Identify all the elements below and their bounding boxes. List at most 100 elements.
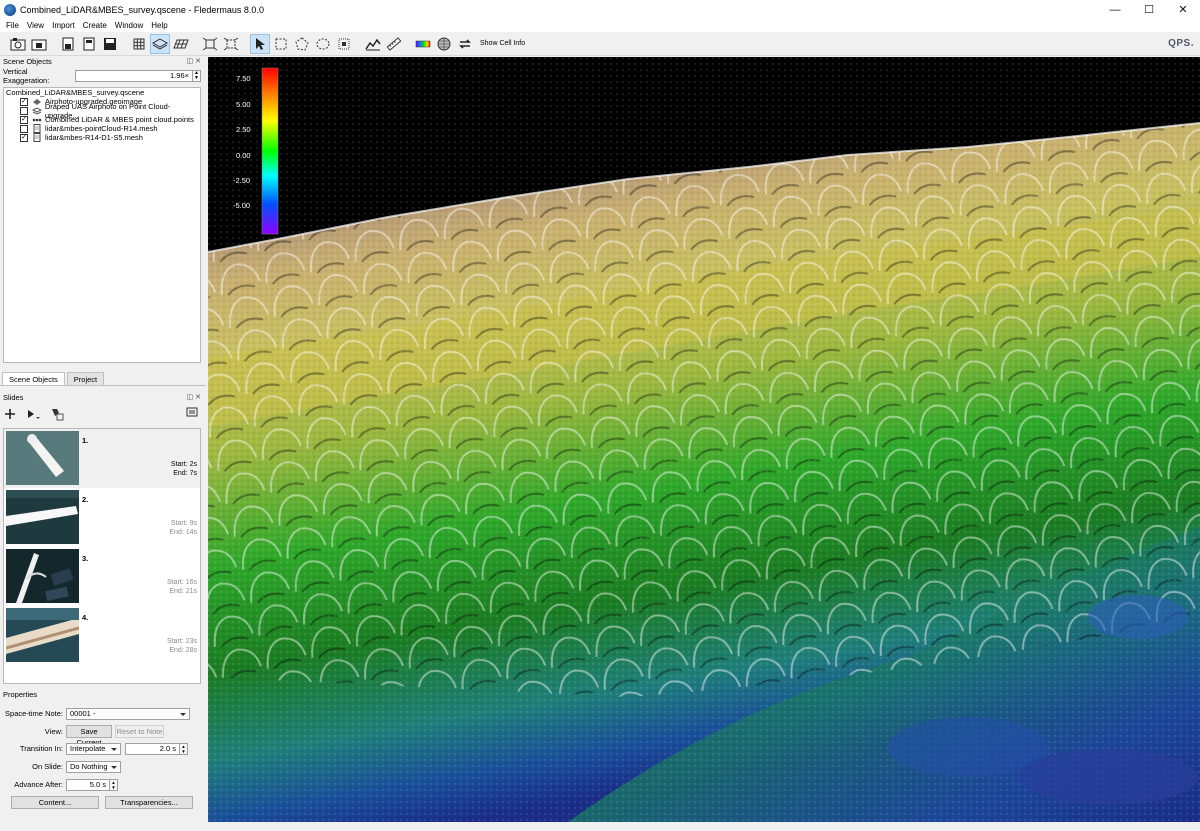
menu-import[interactable]: Import xyxy=(48,19,79,32)
save-scene-button[interactable] xyxy=(58,34,78,54)
transparencies-button[interactable]: Transparencies... xyxy=(105,796,193,809)
panel-float-close-icon[interactable]: ◫✕ xyxy=(187,392,203,403)
properties-buttons-row: Content... Transparencies... xyxy=(0,796,206,809)
scene-objects-header: Scene Objects ◫✕ xyxy=(0,56,206,67)
maximize-button[interactable]: ☐ xyxy=(1132,0,1166,19)
scene-root-label[interactable]: Combined_LiDAR&MBES_survey.qscene xyxy=(4,88,200,97)
properties-header: Properties xyxy=(0,689,206,700)
polygon-select-icon xyxy=(295,36,309,51)
scene-item-checkbox[interactable] xyxy=(20,106,28,115)
playback-loop-button[interactable] xyxy=(455,34,475,54)
polygon-select-button[interactable] xyxy=(292,34,312,54)
zoom-extents-button[interactable] xyxy=(200,34,220,54)
on-slide-select[interactable]: Do Nothing xyxy=(66,760,121,773)
save-current-button[interactable]: Save Current xyxy=(66,725,112,747)
menu-view[interactable]: View xyxy=(23,19,48,32)
reset-to-note-button[interactable]: Reset to Note xyxy=(115,725,164,738)
slide-start: Start: 9s xyxy=(170,520,197,527)
menu-window[interactable]: Window xyxy=(111,19,147,32)
scene-item-checkbox[interactable]: ✓ xyxy=(20,97,28,106)
measure-button[interactable] xyxy=(384,34,404,54)
transition-duration-input[interactable]: 2.0 s xyxy=(125,742,180,755)
vertical-exaggeration-spinner[interactable]: ▲ ▼ xyxy=(193,70,201,82)
advance-after-input[interactable]: 5.0 s xyxy=(66,778,110,791)
slide-thumbnail xyxy=(6,490,79,544)
scene-item-label: Combined LiDAR & MBES point cloud.points xyxy=(45,115,194,124)
menu-create[interactable]: Create xyxy=(79,19,111,32)
on-slide-label: On Slide: xyxy=(32,762,63,771)
scene-object-tree[interactable]: Combined_LiDAR&MBES_survey.qscene ✓ Airp… xyxy=(3,87,201,363)
list-menu-icon xyxy=(186,407,198,417)
mesh-file-icon xyxy=(32,124,42,133)
pointer-tool-button[interactable] xyxy=(250,33,270,54)
play-slides-button[interactable] xyxy=(26,408,40,420)
transition-duration-spinner[interactable]: ▲ ▼ xyxy=(180,742,188,755)
space-time-note-label: Space-time Note: xyxy=(5,709,63,718)
colorbar-tick-label: 5.00 xyxy=(236,100,251,109)
sphere-grid-icon xyxy=(437,37,451,50)
scene-item-draped-airphoto[interactable]: Draped UAS Airphoto on Point Cloud-upgra… xyxy=(4,102,200,120)
scene-item-point-cloud[interactable]: ✓ Combined LiDAR & MBES point cloud.poin… xyxy=(4,115,200,124)
close-button[interactable]: ✕ xyxy=(1166,0,1200,19)
qps-logo: QPS. xyxy=(1168,38,1194,49)
lasso-select-button[interactable] xyxy=(313,34,333,54)
save-as-icon xyxy=(83,37,95,50)
zoom-selection-icon xyxy=(223,37,239,50)
menu-help[interactable]: Help xyxy=(147,19,171,32)
scene-item-mesh-s5[interactable]: ✓ lidar&mbes-R14-D1-S5.mesh xyxy=(4,133,200,142)
scene-item-checkbox[interactable] xyxy=(20,124,28,133)
menu-file[interactable]: File xyxy=(0,19,23,32)
save-button[interactable] xyxy=(100,34,120,54)
mesh-view-button[interactable] xyxy=(171,34,191,54)
slide-item[interactable]: 1. Start: 2s End: 7s xyxy=(4,429,200,488)
shading-button[interactable] xyxy=(434,34,454,54)
slide-item[interactable]: 3. Start: 16s End: 21s xyxy=(4,547,200,606)
show-cell-info-button[interactable]: Show Cell Info xyxy=(480,40,525,47)
rectangle-select-button[interactable] xyxy=(271,34,291,54)
loop-arrows-icon xyxy=(459,38,471,49)
content-button[interactable]: Content... xyxy=(11,796,99,809)
zoom-selection-button[interactable] xyxy=(221,34,241,54)
area-select-button[interactable] xyxy=(334,34,354,54)
scene-item-mesh-r14[interactable]: lidar&mbes-pointCloud-R14.mesh xyxy=(4,124,200,133)
transition-in-label: Transition In: xyxy=(19,744,63,753)
colormap-icon xyxy=(415,40,431,47)
open-scene-button[interactable] xyxy=(8,34,28,54)
slides-header: Slides ◫✕ xyxy=(0,392,206,403)
add-slide-button[interactable] xyxy=(4,408,16,420)
slide-options-button[interactable] xyxy=(186,407,198,421)
transition-in-select[interactable]: Interpolate xyxy=(66,742,121,755)
point-cloud-render[interactable] xyxy=(208,57,1200,822)
record-slide-button[interactable] xyxy=(50,407,64,421)
tab-scene-objects[interactable]: Scene Objects xyxy=(2,372,65,385)
minimize-button[interactable]: — xyxy=(1098,0,1132,19)
scene-objects-title: Scene Objects xyxy=(3,57,52,66)
surface-view-button[interactable] xyxy=(150,33,170,54)
scene-item-checkbox[interactable]: ✓ xyxy=(20,133,28,142)
drape-layer-icon xyxy=(31,106,42,115)
3d-viewport[interactable]: 7.50 5.00 2.50 0.00 -2.50 -5.00 xyxy=(208,57,1200,822)
scene-item-checkbox[interactable]: ✓ xyxy=(20,115,28,124)
grid-button[interactable] xyxy=(129,34,149,54)
title-bar: Combined_LiDAR&MBES_survey.qscene - Fled… xyxy=(0,0,1200,19)
rectangle-select-icon xyxy=(275,38,287,49)
save-as-button[interactable] xyxy=(79,34,99,54)
tab-project[interactable]: Project xyxy=(66,372,105,385)
slides-list[interactable]: 1. Start: 2s End: 7s 2. Start: 9s End: 1… xyxy=(3,428,201,684)
advance-after-spinner[interactable]: ▲ ▼ xyxy=(110,778,118,791)
panel-float-close-icon[interactable]: ◫✕ xyxy=(187,56,203,67)
space-time-note-select[interactable]: 00001 - xyxy=(66,707,190,720)
menu-bar: File View Import Create Window Help xyxy=(0,19,1200,32)
colormap-button[interactable] xyxy=(413,34,433,54)
scene-item-label: lidar&mbes-pointCloud-R14.mesh xyxy=(45,124,158,133)
colorbar-tick-label: 0.00 xyxy=(236,151,251,160)
window-title: Combined_LiDAR&MBES_survey.qscene - Fled… xyxy=(20,4,264,15)
vertical-exaggeration-input[interactable]: 1.96× xyxy=(75,70,193,82)
slide-item[interactable]: 2. Start: 9s End: 14s xyxy=(4,488,200,547)
image-layer-icon xyxy=(32,98,42,106)
profile-button[interactable] xyxy=(363,34,383,54)
grid-icon xyxy=(133,38,145,49)
import-button[interactable] xyxy=(29,34,49,54)
space-time-note-row: Space-time Note: 00001 - xyxy=(0,707,206,720)
slide-item[interactable]: 4. Start: 23s End: 28s xyxy=(4,606,200,665)
